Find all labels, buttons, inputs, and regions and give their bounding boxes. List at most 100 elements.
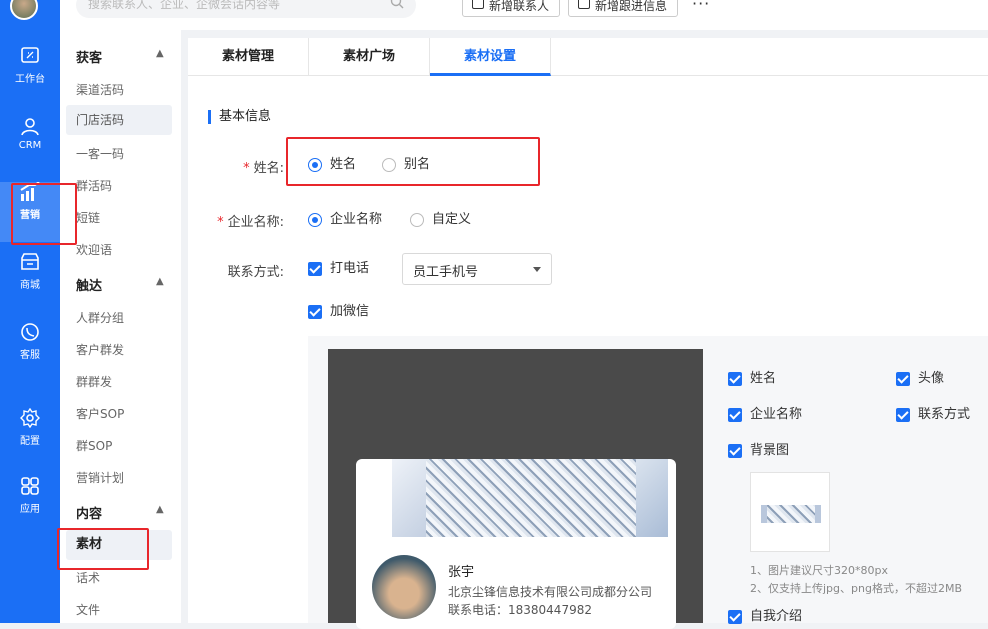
store-icon [21, 253, 39, 270]
checkbox-box [896, 372, 910, 386]
rail-item-marketing[interactable]: 营销 [0, 182, 60, 242]
sidebar-item-selected[interactable]: 门店活码 [66, 105, 172, 135]
rail-item-workbench[interactable]: 工作台 [0, 46, 60, 106]
sidebar-group-title[interactable]: 触达 [76, 275, 102, 294]
add-contact-button[interactable]: 新增联系人 [462, 0, 561, 17]
card-avatar [372, 555, 436, 619]
radio-label: 别名 [404, 157, 431, 172]
contact-label: 联系方式: [227, 265, 284, 280]
rail-item-apps[interactable]: 应用 [0, 476, 60, 536]
tab-material-settings[interactable]: 素材设置 [430, 38, 551, 76]
radio-circle [308, 213, 322, 227]
background-upload-thumbnail[interactable] [750, 472, 830, 552]
card-preview-panel: 张宇 北京尘锋信息技术有限公司成都分公司 联系电话：18380447982 姓名… [308, 336, 988, 629]
search-placeholder: 搜索联系人、企业、企微会话内容等 [88, 0, 281, 11]
checkbox-box [728, 444, 742, 458]
rail-item-crm[interactable]: CRM [0, 116, 60, 176]
sidebar-item[interactable]: 营销计划 [76, 469, 124, 486]
radio-label: 自定义 [432, 212, 472, 227]
sidebar-group-title[interactable]: 内容 [76, 503, 102, 522]
card-company: 北京尘锋信息技术有限公司成都分公司 [448, 585, 653, 599]
upload-hint: 2、仅支持上传jpg、png格式，不超过2MB [750, 582, 962, 595]
checkbox-label: 加微信 [330, 304, 370, 319]
checkbox-field-background[interactable]: 背景图 [728, 443, 789, 459]
radio-alias[interactable]: 别名 [382, 157, 430, 173]
radio-label: 企业名称 [330, 212, 383, 227]
phone-preview: 张宇 北京尘锋信息技术有限公司成都分公司 联系电话：18380447982 [328, 349, 703, 629]
rail-item-service[interactable]: 客服 [0, 322, 60, 382]
checkbox-label: 联系方式 [918, 407, 971, 422]
checkbox-field-avatar[interactable]: 头像 [896, 371, 944, 387]
rail-label: 应用 [20, 504, 40, 515]
company-label-text: 企业名称: [227, 215, 284, 230]
add-user-icon [472, 0, 484, 9]
checkbox-call[interactable]: 打电话 [308, 261, 369, 277]
checkbox-field-company[interactable]: 企业名称 [728, 407, 802, 423]
sidebar-item[interactable]: 话术 [76, 569, 100, 586]
chevron-up-icon[interactable]: ▲ [156, 504, 164, 515]
required-mark: * [217, 215, 224, 230]
name-label: * 姓名: [218, 157, 284, 176]
rail-label: 工作台 [15, 74, 45, 85]
radio-company-name[interactable]: 企业名称 [308, 212, 382, 228]
rail-label: 商城 [20, 280, 40, 291]
user-icon [21, 118, 39, 136]
checkbox-label: 企业名称 [750, 407, 803, 422]
sidebar-item[interactable]: 群活码 [76, 177, 112, 194]
add-followup-label: 新增跟进信息 [595, 0, 668, 13]
business-card: 张宇 北京尘锋信息技术有限公司成都分公司 联系电话：18380447982 [356, 459, 676, 629]
user-avatar[interactable] [10, 0, 38, 20]
main-panel: 素材管理 素材广场 素材设置 基本信息 * 姓名: 姓名 别名 * 企业名称: 企业… [188, 38, 988, 629]
required-mark: * [243, 161, 250, 176]
checkbox-box [896, 408, 910, 422]
add-contact-label: 新增联系人 [489, 0, 550, 13]
sidebar-item[interactable]: 群群发 [76, 373, 112, 390]
rail-label: CRM [18, 140, 42, 151]
gear-icon [20, 408, 40, 428]
tab-material-management[interactable]: 素材管理 [188, 38, 309, 76]
sidebar-item[interactable]: 客户群发 [76, 341, 124, 358]
search-icon [390, 0, 404, 9]
sidebar-item[interactable]: 一客一码 [76, 145, 124, 162]
left-rail: 工作台 CRM 营销 商城 客服 配置 应用 [0, 0, 60, 623]
tab-bar: 素材管理 素材广场 素材设置 [188, 38, 988, 76]
snow-tree-image [426, 459, 636, 537]
checkbox-box [308, 305, 322, 319]
edit-icon [578, 0, 590, 9]
sidebar-item[interactable]: 短链 [76, 209, 100, 226]
checkbox-label: 头像 [918, 371, 945, 386]
checkbox-box [728, 408, 742, 422]
chevron-up-icon[interactable]: ▲ [156, 48, 164, 59]
company-label: * 企业名称: [198, 211, 284, 230]
sidebar-group-title[interactable]: 获客 [76, 47, 102, 66]
checkbox-field-contact[interactable]: 联系方式 [896, 407, 970, 423]
secondary-sidebar: 获客 ▲ 渠道活码 门店活码 一客一码 群活码 短链 欢迎语 触达 ▲ 人群分组… [60, 0, 181, 623]
sidebar-item[interactable]: 渠道活码 [76, 81, 124, 98]
card-phone: 联系电话：18380447982 [448, 603, 592, 617]
radio-name[interactable]: 姓名 [308, 157, 356, 173]
phone-type-select[interactable]: 员工手机号 [402, 253, 552, 285]
add-followup-button[interactable]: 新增跟进信息 [568, 0, 679, 17]
top-bar: 搜索联系人、企业、企微会话内容等 新增联系人 新增跟进信息 ··· [60, 0, 988, 30]
sidebar-item[interactable]: 群SOP [76, 437, 112, 454]
checkbox-field-name[interactable]: 姓名 [728, 371, 776, 387]
sidebar-item[interactable]: 客户SOP [76, 405, 124, 422]
sidebar-item[interactable]: 欢迎语 [76, 241, 112, 258]
tab-material-square[interactable]: 素材广场 [309, 38, 430, 76]
chevron-up-icon[interactable]: ▲ [156, 276, 164, 287]
workbench-icon [21, 47, 39, 63]
name-label-text: 姓名: [253, 161, 284, 176]
sidebar-item[interactable]: 文件 [76, 601, 100, 618]
radio-custom[interactable]: 自定义 [410, 212, 471, 228]
rail-item-store[interactable]: 商城 [0, 252, 60, 312]
checkbox-box [728, 610, 742, 624]
sidebar-item[interactable]: 人群分组 [76, 309, 124, 326]
caret-down-icon [533, 267, 541, 272]
search-input[interactable]: 搜索联系人、企业、企微会话内容等 [76, 0, 416, 18]
apps-grid-icon [21, 477, 39, 495]
thumbnail-image [761, 505, 821, 523]
more-icon[interactable]: ··· [692, 0, 710, 13]
rail-item-config[interactable]: 配置 [0, 408, 60, 468]
sidebar-item-current[interactable]: 素材 [66, 530, 172, 560]
checkbox-wechat[interactable]: 加微信 [308, 304, 369, 320]
